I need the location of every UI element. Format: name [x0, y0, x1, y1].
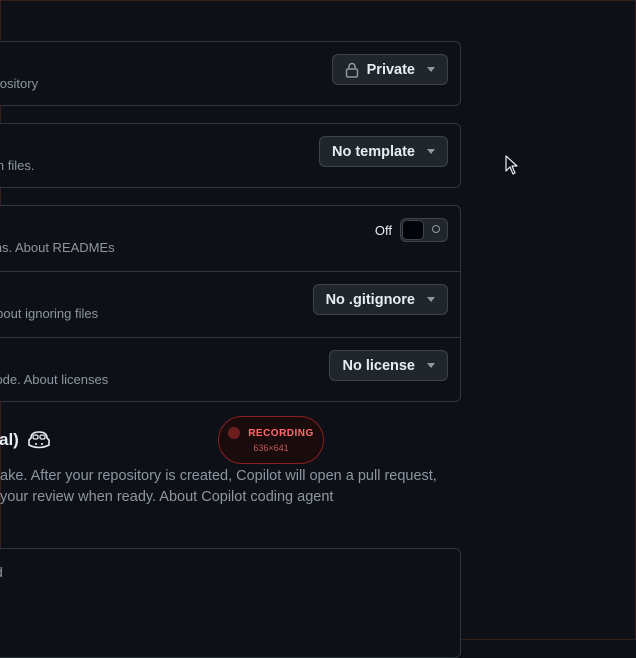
recording-dimensions: 636×641	[253, 443, 289, 453]
prompt-text: uild	[0, 564, 3, 580]
copilot-description-line-1: ake. After your repository is created, C…	[0, 468, 437, 484]
license-select-button[interactable]: No license	[329, 350, 448, 381]
copilot-section-title: al)	[0, 430, 51, 450]
recording-header: RECORDING	[228, 427, 314, 439]
readme-row: tions. About READMEs Off	[0, 206, 460, 271]
visibility-row: repository Private	[0, 42, 460, 107]
caret-down-icon	[427, 149, 435, 154]
visibility-select-button[interactable]: Private	[331, 54, 448, 85]
copilot-description-line-2: your review when ready. About Copilot co…	[0, 489, 334, 505]
caret-down-icon	[427, 363, 435, 368]
template-description: with files.	[0, 158, 35, 173]
recording-indicator: RECORDING 636×641	[218, 416, 324, 464]
readme-toggle[interactable]	[400, 218, 448, 242]
readme-toggle-group: Off	[375, 218, 448, 242]
template-row: with files. No template	[0, 124, 460, 189]
caret-down-icon	[427, 297, 435, 302]
prompt-textarea[interactable]: uild	[0, 548, 461, 658]
visibility-card: repository Private	[0, 41, 461, 106]
toggle-off-icon	[432, 225, 440, 233]
template-select-button[interactable]: No template	[319, 136, 448, 167]
license-row: r code. About licenses No license	[0, 337, 460, 403]
template-card: with files. No template	[0, 123, 461, 188]
license-select-label: No license	[342, 357, 415, 374]
visibility-select-label: Private	[366, 61, 415, 78]
gitignore-description: . About ignoring files	[0, 306, 99, 321]
visibility-description: repository	[0, 76, 39, 91]
recording-label: RECORDING	[248, 427, 314, 439]
gitignore-select-button[interactable]: No .gitignore	[312, 284, 448, 315]
caret-down-icon	[427, 67, 435, 72]
gitignore-row: . About ignoring files No .gitignore	[0, 271, 460, 337]
copilot-title-text: al)	[0, 430, 19, 449]
copilot-description: ake. After your repository is created, C…	[0, 466, 450, 508]
copilot-icon	[28, 431, 50, 449]
gitignore-select-label: No .gitignore	[325, 291, 415, 308]
record-dot-icon	[228, 427, 241, 439]
template-select-label: No template	[332, 143, 415, 160]
readme-toggle-label: Off	[374, 222, 392, 238]
mouse-cursor-icon	[505, 155, 518, 175]
readme-description: tions. About READMEs	[0, 240, 115, 255]
toggle-knob	[402, 220, 424, 240]
configuration-card: tions. About READMEs Off . About ignorin…	[0, 205, 461, 402]
license-description: r code. About licenses	[0, 372, 109, 387]
lock-icon	[345, 62, 358, 78]
